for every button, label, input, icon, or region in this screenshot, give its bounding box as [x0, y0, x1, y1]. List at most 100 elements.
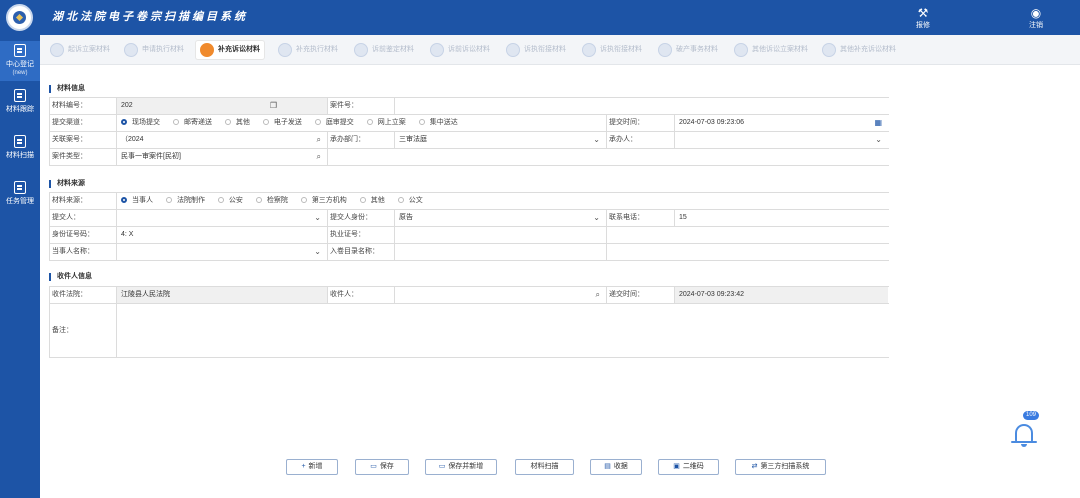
- radio-electronic[interactable]: 电子发送: [262, 115, 302, 131]
- party-select[interactable]: ⌄: [117, 244, 328, 260]
- submitter-select[interactable]: ⌄: [117, 210, 328, 226]
- tab-bankruptcy[interactable]: 破产事务材料: [654, 41, 722, 59]
- section-title-material-source: 材料来源: [49, 180, 85, 188]
- remark-label: 备注：: [50, 304, 117, 357]
- radio-third-party[interactable]: 第三方机构: [300, 193, 347, 209]
- case-no-field[interactable]: [395, 98, 888, 114]
- id-no-field[interactable]: 4: X: [117, 227, 328, 243]
- app-title: 湖北法院电子卷宗扫描编目系统: [52, 10, 248, 23]
- radio-court-hearing[interactable]: 庭审提交: [314, 115, 354, 131]
- save-and-add-button[interactable]: ▭ 保存并新增: [425, 459, 497, 475]
- handler-select[interactable]: ⌄: [675, 132, 888, 148]
- tab-pre-lawsuit-appraisal[interactable]: 诉前鉴定材料: [350, 41, 418, 59]
- tab-label: 诉执衔接材料: [600, 46, 642, 53]
- notification-bell[interactable]: 109: [1011, 411, 1040, 448]
- empty-cell: [607, 227, 888, 243]
- radio-source-other[interactable]: 其他: [359, 193, 385, 209]
- receiver-label: 收件人：: [328, 287, 395, 303]
- tab-lawsuit-filing[interactable]: 起诉立案材料: [46, 41, 114, 59]
- tab-pre-lawsuit-litigation[interactable]: 诉前诉讼材料: [426, 41, 494, 59]
- receipt-button[interactable]: ▤ 收据: [590, 459, 642, 475]
- calendar-icon[interactable]: ▦: [874, 115, 882, 131]
- add-button[interactable]: + 新增: [286, 459, 338, 475]
- tab-other-filing[interactable]: 其他诉讼立案材料: [730, 41, 812, 59]
- radio-police[interactable]: 公安: [217, 193, 243, 209]
- tab-supplement-execution[interactable]: 补充执行材料: [274, 41, 342, 59]
- chevron-down-icon: ⌄: [314, 213, 321, 222]
- case-type-value: 民事一审案件[民初]: [121, 153, 181, 160]
- catalog-field[interactable]: [395, 244, 607, 260]
- radio-official-document[interactable]: 公文: [397, 193, 423, 209]
- identity-value: 原告: [399, 214, 413, 221]
- material-no-field: 202 ❐: [117, 98, 328, 114]
- handover-field: 2024-07-03 09:23:42: [675, 287, 888, 303]
- save-button[interactable]: ▭ 保存: [355, 459, 409, 475]
- sidebar-item-center-register[interactable]: 中心登记 (new): [0, 41, 40, 81]
- tab-icon: [822, 43, 836, 57]
- save-icon: ▭: [438, 463, 446, 470]
- sidebar-item-label: 任务管理: [6, 198, 34, 205]
- notification-count-badge: 109: [1023, 411, 1040, 420]
- radio-party[interactable]: 当事人: [121, 193, 153, 209]
- sidebar-item-material-tracking[interactable]: 材料跟踪: [0, 89, 40, 114]
- scanner-icon: [14, 135, 26, 148]
- logout-label: 注销: [1029, 22, 1043, 29]
- catalog-label: 入卷目录名称：: [328, 244, 395, 260]
- section-title-receiver-info: 收件人信息: [49, 273, 92, 281]
- tab-icon: [506, 43, 520, 57]
- identity-select[interactable]: 原告 ⌄: [395, 210, 607, 226]
- radio-court-made[interactable]: 法院制作: [165, 193, 205, 209]
- tab-icon: [278, 43, 292, 57]
- source-label: 材料来源：: [50, 193, 117, 209]
- receiver-field[interactable]: ⌕: [395, 287, 607, 303]
- court-field: 江陵县人民法院: [117, 287, 328, 303]
- tab-enforcement-link-1[interactable]: 诉执衔接材料: [502, 41, 570, 59]
- search-icon[interactable]: ⌕: [317, 149, 321, 165]
- radio-centralized-delivery[interactable]: 集中送达: [418, 115, 458, 131]
- tab-supplement-lawsuit[interactable]: 补充诉讼材料: [196, 41, 264, 59]
- user-icon: ◉: [1030, 6, 1042, 20]
- radio-online-filing[interactable]: 网上立案: [366, 115, 406, 131]
- case-type-field[interactable]: 民事一审案件[民初] ⌕: [117, 149, 328, 165]
- radio-on-site[interactable]: 现场提交: [121, 115, 160, 131]
- material-no-value: 202: [121, 102, 133, 109]
- tab-label: 补充执行材料: [296, 46, 338, 53]
- tab-icon: [582, 43, 596, 57]
- radio-other[interactable]: 其他: [224, 115, 250, 131]
- copy-icon[interactable]: ❐: [270, 98, 277, 114]
- book-icon: [14, 89, 26, 102]
- search-icon[interactable]: ⌕: [596, 287, 600, 303]
- search-icon[interactable]: ⌕: [317, 132, 321, 148]
- empty-cell: [328, 149, 888, 165]
- tab-enforcement-link-2[interactable]: 诉执衔接材料: [578, 41, 646, 59]
- tab-label: 其他诉讼立案材料: [752, 46, 808, 53]
- sidebar-item-material-scan[interactable]: 材料扫描: [0, 135, 40, 160]
- radio-procuratorate[interactable]: 检察院: [255, 193, 288, 209]
- license-field[interactable]: [395, 227, 607, 243]
- related-case-field[interactable]: （2024 ⌕: [117, 132, 328, 148]
- tab-execution-application[interactable]: 申请执行材料: [120, 41, 188, 59]
- related-case-label: 关联案号：: [50, 132, 117, 148]
- repair-button[interactable]: ⚒ 报修: [903, 6, 943, 30]
- tab-icon: [734, 43, 748, 57]
- id-no-label: 身份证号码：: [50, 227, 117, 243]
- third-party-scan-button[interactable]: ⇄ 第三方扫描系统: [735, 459, 826, 475]
- sidebar-item-task-management[interactable]: 任务管理: [0, 181, 40, 206]
- tab-icon: [658, 43, 672, 57]
- plus-icon: +: [301, 463, 306, 470]
- radio-mail[interactable]: 邮寄递送: [172, 115, 212, 131]
- tab-other-supplement[interactable]: 其他补充诉讼材料: [818, 41, 900, 59]
- material-scan-button[interactable]: 材料扫描: [515, 459, 574, 475]
- dept-select[interactable]: 三审法庭 ⌄: [395, 132, 607, 148]
- logout-button[interactable]: ◉ 注销: [1016, 6, 1056, 30]
- sidebar-item-label: 中心登记: [6, 61, 34, 68]
- qrcode-button[interactable]: ▣ 二维码: [658, 459, 719, 475]
- submit-time-field[interactable]: 2024-07-03 09:23:06 ▦: [675, 115, 888, 131]
- remark-textarea[interactable]: [117, 304, 888, 357]
- section-title-material-info: 材料信息: [49, 85, 85, 93]
- phone-field[interactable]: 15: [675, 210, 888, 226]
- submit-time-value: 2024-07-03 09:23:06: [679, 119, 744, 126]
- material-info-form: 材料编号： 202 ❐ 案件号： 提交渠道： 现场提交 邮寄递送 其他 电子发送…: [49, 97, 889, 166]
- sidebar-item-sub: (new): [12, 70, 28, 76]
- chevron-down-icon: ⌄: [593, 213, 600, 222]
